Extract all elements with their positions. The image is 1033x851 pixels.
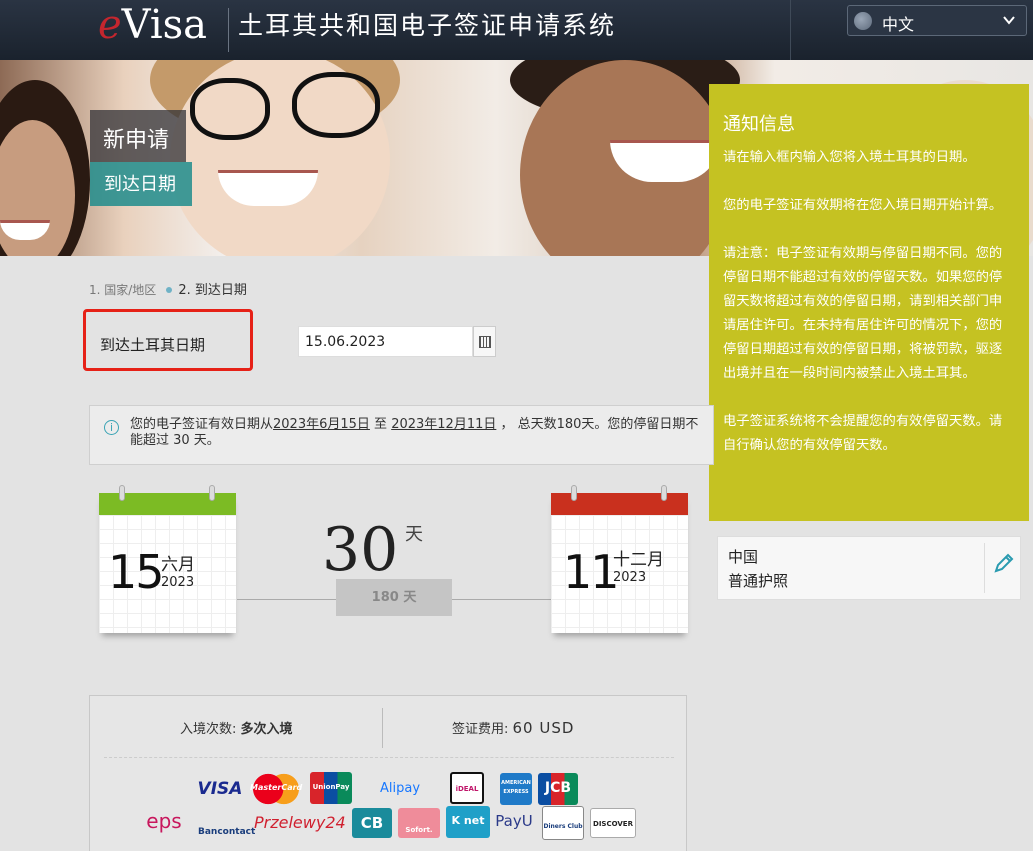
language-value: 中文 — [882, 15, 915, 34]
bancontact-logo: Bancontact — [198, 827, 256, 837]
notice-paragraph-4: 电子签证系统将不会提醒您的有效停留天数。请自行确认您的有效停留天数。 — [723, 414, 1003, 453]
payment-panel: 入境次数: 多次入境 签证费用: 60 USD VISA MasterCard … — [89, 695, 687, 851]
visa-fee-label: 签证费用: — [452, 722, 513, 737]
globe-icon — [854, 12, 872, 30]
start-day: 15 — [108, 545, 165, 599]
end-year: 2023 — [613, 570, 647, 585]
entry-type-value: 多次入境 — [240, 722, 293, 737]
logo-visa: Visa — [121, 2, 208, 48]
glasses-left-lens — [190, 78, 270, 140]
discover-logo: DISCOVER — [590, 808, 636, 838]
glasses-right-lens — [292, 72, 380, 138]
header-divider — [790, 0, 791, 60]
logo-divider — [228, 8, 229, 52]
notice-title: 通知信息 — [723, 114, 795, 135]
arrival-date-input[interactable] — [298, 326, 473, 357]
calendar-button[interactable] — [473, 326, 496, 357]
pencil-icon[interactable] — [992, 551, 1016, 575]
start-date-calendar: 15 六月 2023 — [99, 485, 236, 633]
amex-logo: AMERICAN EXPRESS — [500, 773, 532, 805]
payment-dashed-separator — [104, 757, 674, 758]
end-date-calendar: 11 十二月 2023 — [551, 485, 688, 633]
info-text-1: 您的电子签证有效日期从 — [130, 417, 274, 432]
end-month: 十二月 — [613, 550, 664, 570]
language-select[interactable]: 中文 — [847, 5, 1027, 36]
diners-club-logo: Diners Club — [542, 806, 584, 840]
calendar-ring — [571, 485, 577, 501]
summary-passport-type: 普通护照 — [728, 572, 789, 590]
notice-paragraph-1: 请在输入框内输入您将入境土耳其的日期。 — [723, 150, 976, 165]
alipay-logo: Alipay — [379, 781, 421, 796]
validity-info-box: i 您的电子签证有效日期从2023年6月15日 至 2023年12月11日 ， … — [89, 405, 714, 465]
info-end-date: 2023年12月11日 — [391, 417, 497, 432]
eps-logo: eps — [146, 809, 182, 833]
summary-divider — [984, 543, 985, 593]
unionpay-logo: UnionPay — [310, 772, 352, 804]
app-title: 土耳其共和国电子签证申请系统 — [238, 11, 617, 40]
payu-logo: PayU — [495, 812, 533, 830]
arrival-date-label: 到达土耳其日期 — [83, 309, 253, 371]
stay-days-unit: 天 — [405, 524, 423, 545]
info-icon: i — [104, 420, 119, 435]
application-summary-card: 中国 普通护照 — [717, 536, 1021, 600]
logo-e: e — [98, 2, 122, 48]
stage-subtitle: 到达日期 — [90, 162, 192, 206]
info-text-2: 至 — [369, 417, 392, 432]
notice-panel: 通知信息 请在输入框内输入您将入境土耳其的日期。 您的电子签证有效期将在您入境日… — [709, 84, 1029, 521]
info-start-date: 2023年6月15日 — [273, 417, 370, 432]
notice-paragraph-2: 您的电子签证有效期将在您入境日期开始计算。 — [723, 198, 1003, 213]
start-year: 2023 — [161, 575, 195, 590]
visa-logo: VISA — [197, 779, 243, 799]
notice-paragraph-3: 请注意：电子签证有效期与停留日期不同。您的停留日期不能超过有效的停留天数。如果您… — [723, 246, 1003, 381]
stay-days-number: 30 — [322, 515, 399, 585]
visa-fee-value: 60 USD — [512, 719, 575, 737]
ideal-logo: iDEAL — [450, 772, 484, 804]
entry-type-label: 入境次数: — [180, 722, 241, 737]
jcb-logo: JCB — [538, 773, 578, 805]
start-month: 六月 — [161, 555, 195, 575]
top-header: eVisa 土耳其共和国电子签证申请系统 中文 — [0, 0, 1033, 60]
calendar-ring — [661, 485, 667, 501]
breadcrumb-active-dot — [166, 287, 173, 293]
summary-country: 中国 — [728, 548, 759, 566]
visa-fee: 签证费用: 60 USD — [452, 718, 574, 737]
calendar-icon — [479, 336, 491, 348]
payment-divider — [382, 708, 383, 748]
breadcrumb-step-1[interactable]: 1. 国家/地区 — [89, 283, 156, 297]
breadcrumb: 1. 国家/地区 2. 到达日期 — [89, 279, 247, 298]
sofort-logo: Sofort. — [398, 808, 440, 838]
stage-title: 新申请 — [90, 110, 186, 162]
chevron-down-icon — [1002, 9, 1016, 35]
calendar-ring — [209, 485, 215, 501]
evisa-logo[interactable]: eVisa — [98, 2, 207, 48]
breadcrumb-step-2: 2. 到达日期 — [178, 283, 247, 298]
entry-type: 入境次数: 多次入境 — [180, 718, 293, 737]
end-day: 11 — [563, 545, 620, 599]
knet-logo: K net — [446, 806, 490, 838]
mastercard-logo: MasterCard — [250, 773, 302, 805]
przelewy24-logo: Przelewy24 — [254, 813, 346, 832]
calendar-ring — [119, 485, 125, 501]
total-days-badge: 180 天 — [336, 579, 452, 616]
cb-logo: CB — [352, 808, 392, 838]
